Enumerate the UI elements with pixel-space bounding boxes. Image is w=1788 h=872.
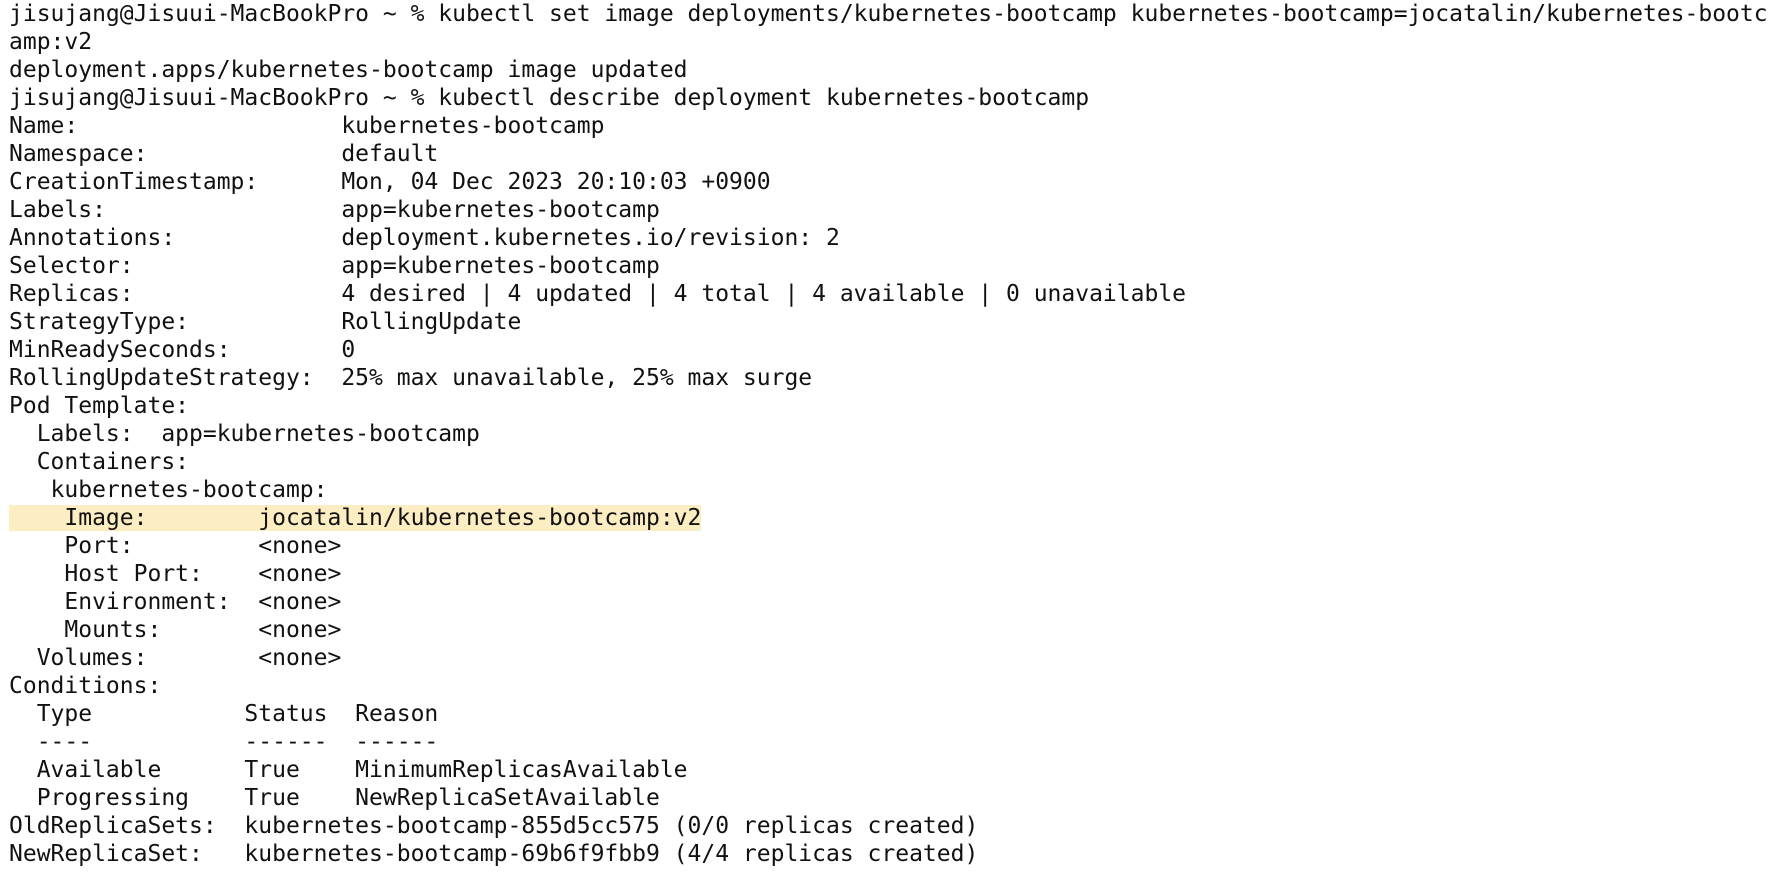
- terminal-line-mounts: Mounts: <none>: [9, 616, 1788, 644]
- terminal-line-rolling-update-strategy: RollingUpdateStrategy: 25% max unavailab…: [9, 364, 1788, 392]
- output-text: Environment: <none>: [9, 589, 342, 615]
- output-text: Labels: app=kubernetes-bootcamp: [9, 421, 480, 447]
- output-text: OldReplicaSets: kubernetes-bootcamp-855d…: [9, 813, 979, 839]
- terminal-line-old-replica-sets: OldReplicaSets: kubernetes-bootcamp-855d…: [9, 812, 1788, 840]
- command-text-continued: amp:v2: [9, 29, 93, 55]
- output-text: NewReplicaSet: kubernetes-bootcamp-69b6f…: [9, 841, 979, 867]
- output-text: CreationTimestamp: Mon, 04 Dec 2023 20:1…: [9, 169, 771, 195]
- terminal-line-output-updated: deployment.apps/kubernetes-bootcamp imag…: [9, 56, 1788, 84]
- terminal-line-condition-available: Available True MinimumReplicasAvailable: [9, 756, 1788, 784]
- terminal-line-environment: Environment: <none>: [9, 588, 1788, 616]
- output-text: Containers:: [9, 449, 190, 475]
- output-text: MinReadySeconds: 0: [9, 337, 356, 363]
- output-text: Mounts: <none>: [9, 617, 342, 643]
- terminal-line-conditions-header: Type Status Reason: [9, 700, 1788, 728]
- terminal-line-labels: Labels: app=kubernetes-bootcamp: [9, 196, 1788, 224]
- terminal-line-creation-timestamp: CreationTimestamp: Mon, 04 Dec 2023 20:1…: [9, 168, 1788, 196]
- terminal-line-conditions: Conditions:: [9, 672, 1788, 700]
- output-text: StrategyType: RollingUpdate: [9, 309, 522, 335]
- output-text: Progressing True NewReplicaSetAvailable: [9, 785, 660, 811]
- terminal-line-annotations: Annotations: deployment.kubernetes.io/re…: [9, 224, 1788, 252]
- terminal-line-condition-progressing: Progressing True NewReplicaSetAvailable: [9, 784, 1788, 812]
- terminal-line-volumes: Volumes: <none>: [9, 644, 1788, 672]
- terminal-line-image-highlighted: Image: jocatalin/kubernetes-bootcamp:v2: [9, 504, 1788, 532]
- terminal-line-replicas: Replicas: 4 desired | 4 updated | 4 tota…: [9, 280, 1788, 308]
- output-text: Conditions:: [9, 673, 162, 699]
- command-text: jisujang@Jisuui-MacBookPro ~ % kubectl d…: [9, 85, 1090, 111]
- output-text: kubernetes-bootcamp:: [9, 477, 328, 503]
- terminal-window[interactable]: jisujang@Jisuui-MacBookPro ~ % kubectl s…: [0, 0, 1788, 872]
- output-text: Replicas: 4 desired | 4 updated | 4 tota…: [9, 281, 1187, 307]
- output-text: Annotations: deployment.kubernetes.io/re…: [9, 225, 840, 251]
- command-text: jisujang@Jisuui-MacBookPro ~ % kubectl s…: [9, 1, 1768, 27]
- terminal-line-command-wrap: amp:v2: [9, 28, 1788, 56]
- output-text: Volumes: <none>: [9, 645, 342, 671]
- terminal-line-container-name: kubernetes-bootcamp:: [9, 476, 1788, 504]
- output-text: Port: <none>: [9, 533, 342, 559]
- terminal-line-command-describe: jisujang@Jisuui-MacBookPro ~ % kubectl d…: [9, 84, 1788, 112]
- output-text: Available True MinimumReplicasAvailable: [9, 757, 688, 783]
- output-text: Type Status Reason: [9, 701, 439, 727]
- output-text: Namespace: default: [9, 141, 439, 167]
- output-text: Host Port: <none>: [9, 561, 342, 587]
- terminal-line-host-port: Host Port: <none>: [9, 560, 1788, 588]
- output-text: ---- ------ ------: [9, 729, 439, 755]
- terminal-line-selector: Selector: app=kubernetes-bootcamp: [9, 252, 1788, 280]
- output-text: Labels: app=kubernetes-bootcamp: [9, 197, 660, 223]
- output-text: RollingUpdateStrategy: 25% max unavailab…: [9, 365, 813, 391]
- terminal-line-namespace: Namespace: default: [9, 140, 1788, 168]
- output-text: Name: kubernetes-bootcamp: [9, 113, 605, 139]
- terminal-line-pod-labels: Labels: app=kubernetes-bootcamp: [9, 420, 1788, 448]
- output-text: deployment.apps/kubernetes-bootcamp imag…: [9, 57, 688, 83]
- output-text: Pod Template:: [9, 393, 190, 419]
- terminal-line-strategy-type: StrategyType: RollingUpdate: [9, 308, 1788, 336]
- terminal-line-command-set-image: jisujang@Jisuui-MacBookPro ~ % kubectl s…: [9, 0, 1788, 28]
- output-text: Selector: app=kubernetes-bootcamp: [9, 253, 660, 279]
- terminal-line-new-replica-set: NewReplicaSet: kubernetes-bootcamp-69b6f…: [9, 840, 1788, 868]
- terminal-line-port: Port: <none>: [9, 532, 1788, 560]
- highlighted-output-text: Image: jocatalin/kubernetes-bootcamp:v2: [9, 505, 702, 531]
- terminal-line-min-ready-seconds: MinReadySeconds: 0: [9, 336, 1788, 364]
- terminal-line-containers: Containers:: [9, 448, 1788, 476]
- terminal-line-pod-template: Pod Template:: [9, 392, 1788, 420]
- terminal-line-name: Name: kubernetes-bootcamp: [9, 112, 1788, 140]
- terminal-line-conditions-separator: ---- ------ ------: [9, 728, 1788, 756]
